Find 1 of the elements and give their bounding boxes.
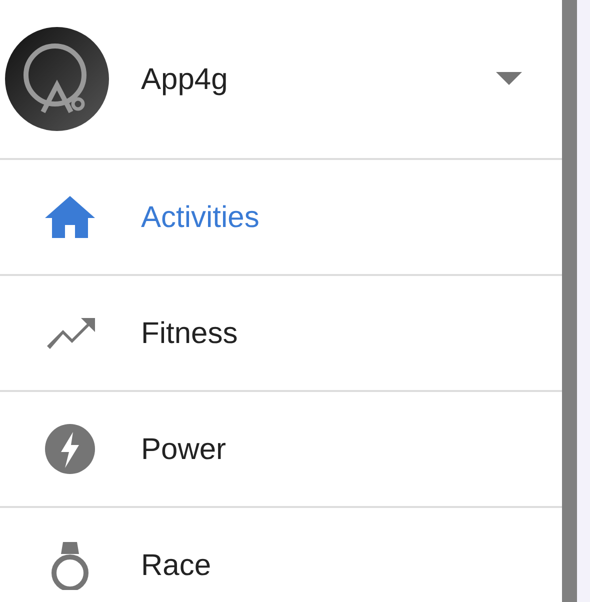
account-name: App4g [141,62,228,98]
